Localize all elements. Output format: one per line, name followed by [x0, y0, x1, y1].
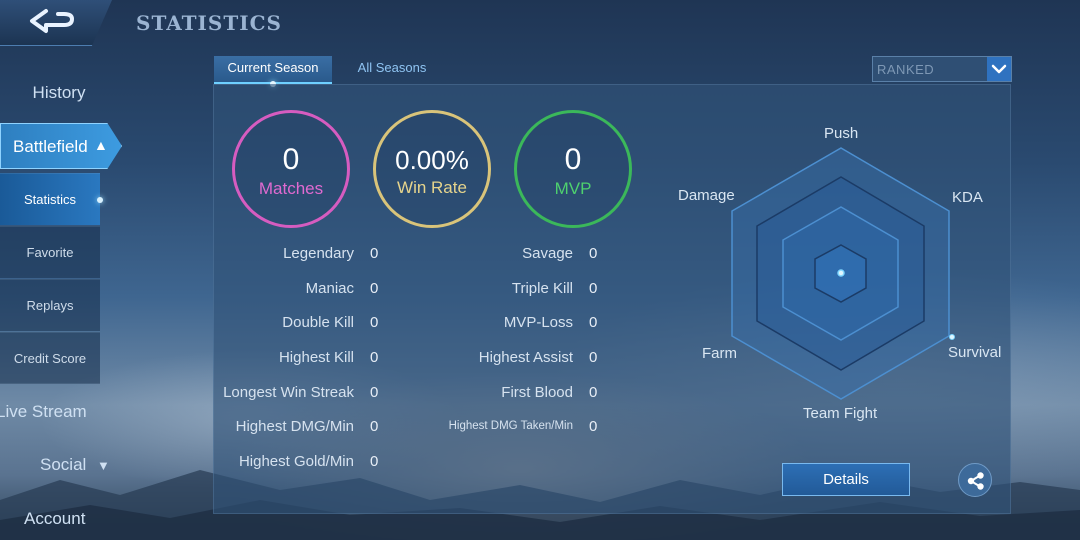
stat-label: MVP-Loss	[503, 314, 573, 331]
tab-current-season[interactable]: Current Season	[214, 56, 332, 87]
back-arrow-icon	[30, 9, 74, 33]
tab-label: Current Season	[227, 60, 319, 75]
dropdown-value: RANKED	[877, 62, 935, 77]
active-indicator	[97, 197, 103, 203]
stat-value: 0	[589, 314, 598, 331]
mvp-value: 0	[564, 143, 582, 176]
page-title: STATISTICS	[136, 11, 282, 35]
sidebar-subitem-statistics[interactable]: Statistics	[0, 173, 103, 225]
sidebar-subitem-label: Favorite	[26, 245, 74, 260]
mvp-label: MVP	[554, 179, 592, 198]
mvp-circle: 0 MVP	[514, 110, 632, 228]
sidebar-subitem-favorite[interactable]: Favorite	[0, 226, 100, 278]
stat-value: 0	[589, 418, 598, 435]
sidebar-item-label: Account	[24, 509, 86, 528]
share-button[interactable]	[958, 463, 992, 497]
stat-label: Triple Kill	[511, 280, 573, 297]
win-rate-circle: 0.00% Win Rate	[373, 110, 491, 228]
sidebar-item-label: History	[32, 83, 86, 102]
sidebar-subitem-label: Credit Score	[13, 351, 87, 366]
sidebar-item-account[interactable]: Account	[24, 509, 104, 529]
sidebar-subitem-replays[interactable]: Replays	[0, 279, 100, 331]
stat-value: 0	[589, 280, 598, 297]
matches-label: Matches	[258, 179, 324, 198]
chevron-down-icon: ▼	[97, 458, 110, 473]
sidebar-subitem-credit-score[interactable]: Credit Score	[0, 332, 100, 384]
stat-label: Longest Win Streak	[223, 384, 354, 401]
sidebar-item-social[interactable]: Social ▼	[40, 455, 120, 475]
radar-label-survival: Survival	[948, 344, 1002, 361]
sidebar-item-battlefield[interactable]: Battlefield ▲	[0, 123, 122, 169]
sidebar-item-label: Live Stream	[0, 402, 87, 421]
radar-label-push: Push	[824, 125, 859, 142]
stat-value: 0	[589, 245, 598, 262]
stat-label: Highest Gold/Min	[238, 453, 354, 470]
chevron-up-icon: ▲	[94, 137, 108, 153]
stat-label: Highest Kill	[278, 349, 354, 366]
stat-label: Highest DMG/Min	[235, 418, 354, 435]
sidebar-item-label: Social	[40, 455, 87, 474]
matches-circle: 0 Matches	[232, 110, 350, 228]
radar-label-kda: KDA	[952, 189, 983, 206]
matches-value: 0	[282, 143, 300, 176]
share-icon	[967, 472, 984, 490]
stat-label: Legendary	[283, 245, 354, 262]
radar-label-team-fight: Team Fight	[803, 405, 878, 422]
sidebar-item-live-stream[interactable]: Live Stream	[0, 402, 96, 422]
sidebar-item-history[interactable]: History	[0, 83, 118, 103]
radar-chart	[731, 147, 955, 400]
back-button[interactable]	[0, 0, 112, 46]
tab-label: All Seasons	[357, 60, 427, 75]
stat-label: Double Kill	[282, 314, 354, 331]
stat-value: 0	[589, 349, 598, 366]
stat-value: 0	[589, 384, 598, 401]
chevron-down-icon	[991, 64, 1007, 74]
mode-dropdown[interactable]: RANKED	[872, 56, 1012, 82]
tab-all-seasons[interactable]: All Seasons	[344, 56, 440, 84]
sidebar-subitem-label: Statistics	[23, 192, 76, 207]
win-rate-value: 0.00%	[395, 145, 469, 175]
stat-label: Highest Assist	[478, 349, 573, 366]
win-rate-label: Win Rate	[397, 178, 467, 197]
dropdown-toggle[interactable]	[987, 57, 1011, 81]
radar-center-point	[837, 269, 845, 277]
sidebar-item-label: Battlefield	[13, 137, 88, 156]
radar-vertex-point	[949, 334, 955, 340]
sidebar-subitem-label: Replays	[26, 298, 74, 313]
stat-label: Highest DMG Taken/Min	[448, 420, 573, 432]
stat-label: First Blood	[501, 384, 573, 401]
details-button[interactable]: Details	[782, 463, 910, 496]
stat-label: Maniac	[305, 280, 354, 297]
radar-label-damage: Damage	[678, 187, 735, 204]
stat-value: 0	[370, 453, 379, 470]
radar-label-farm: Farm	[702, 345, 737, 362]
stat-label: Savage	[522, 245, 573, 262]
